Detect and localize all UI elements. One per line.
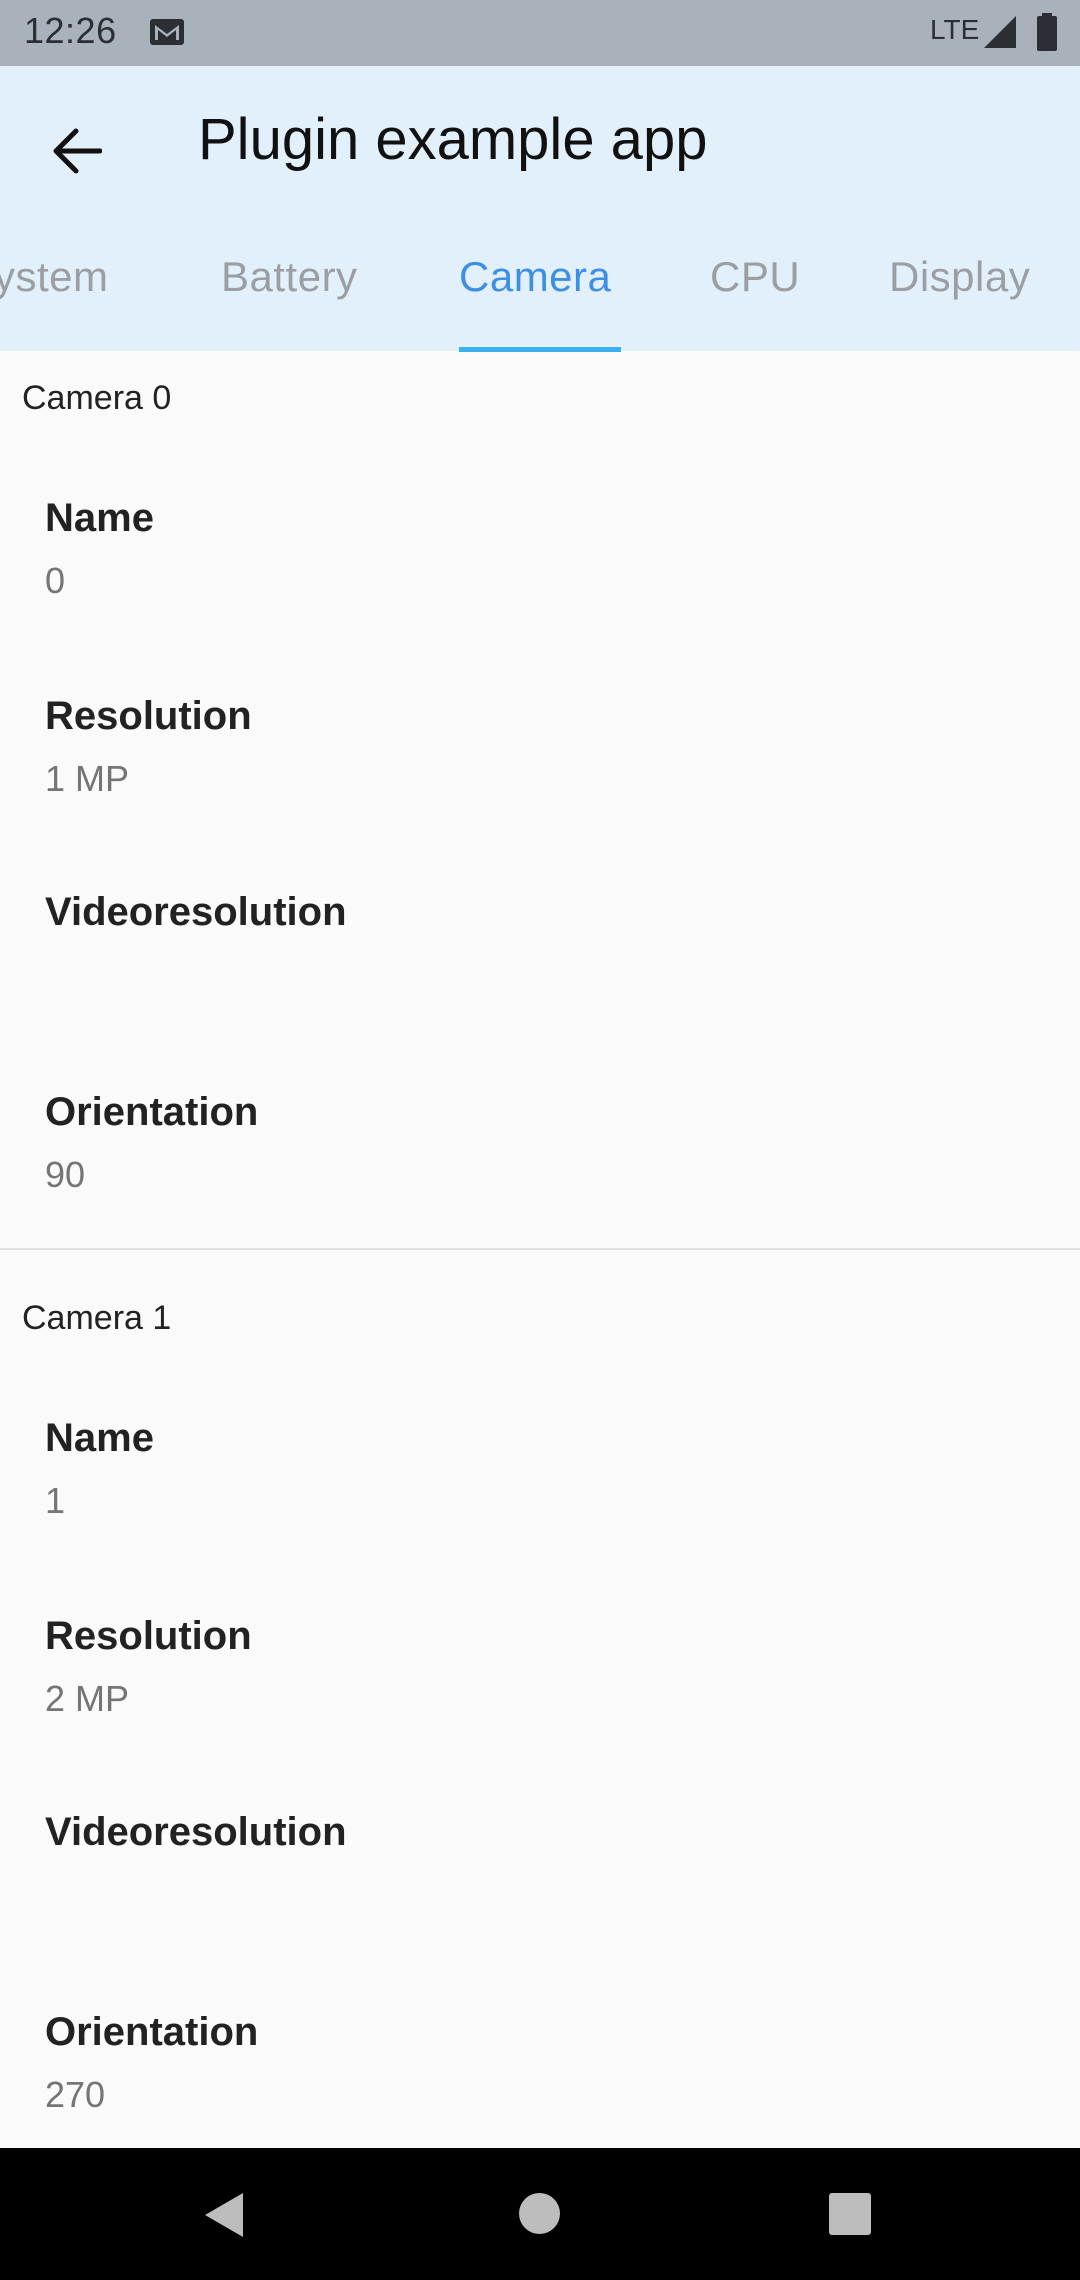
signal-icon xyxy=(983,15,1017,54)
item-label-orientation: Orientation xyxy=(45,1090,259,1134)
back-button[interactable] xyxy=(44,118,110,184)
item-value-resolution: 1 MP xyxy=(45,758,130,799)
item-label-name: Name xyxy=(45,496,154,540)
tab-display[interactable]: Display xyxy=(889,253,1030,301)
tab-indicator xyxy=(459,347,621,352)
page-title: Plugin example app xyxy=(198,107,708,172)
status-time: 12:26 xyxy=(24,10,117,51)
network-type: LTE xyxy=(930,14,980,45)
nav-recents-icon[interactable] xyxy=(829,2193,871,2235)
tab-cpu[interactable]: CPU xyxy=(710,253,800,301)
item-label-name: Name xyxy=(45,1416,154,1460)
nav-back-icon[interactable] xyxy=(204,2192,244,2243)
navigation-bar xyxy=(0,2148,1080,2280)
status-bar: 12:26 LTE xyxy=(0,0,1080,66)
gmail-icon xyxy=(149,18,185,51)
item-value-resolution: 2 MP xyxy=(45,1678,130,1719)
item-label-orientation: Orientation xyxy=(45,2010,259,2054)
tab-system[interactable]: ystem xyxy=(0,253,109,301)
arrow-back-icon xyxy=(53,128,102,174)
item-label-videoresolution: Videoresolution xyxy=(45,1810,347,1854)
item-value-name: 0 xyxy=(45,560,66,601)
divider xyxy=(0,1248,1080,1250)
item-label-videoresolution: Videoresolution xyxy=(45,890,347,934)
tab-camera[interactable]: Camera xyxy=(459,253,611,301)
item-label-resolution: Resolution xyxy=(45,694,252,738)
item-value-orientation: 90 xyxy=(45,1154,86,1195)
section-header-camera-0: Camera 0 xyxy=(22,379,172,417)
app-bar: Plugin example app ystem Battery Camera … xyxy=(0,66,1080,352)
item-value-orientation: 270 xyxy=(45,2074,106,2115)
nav-home-icon[interactable] xyxy=(519,2193,560,2234)
item-label-resolution: Resolution xyxy=(45,1614,252,1658)
battery-icon xyxy=(1036,13,1058,56)
section-header-camera-1: Camera 1 xyxy=(22,1299,172,1337)
tab-battery[interactable]: Battery xyxy=(221,253,358,301)
item-value-name: 1 xyxy=(45,1480,66,1521)
